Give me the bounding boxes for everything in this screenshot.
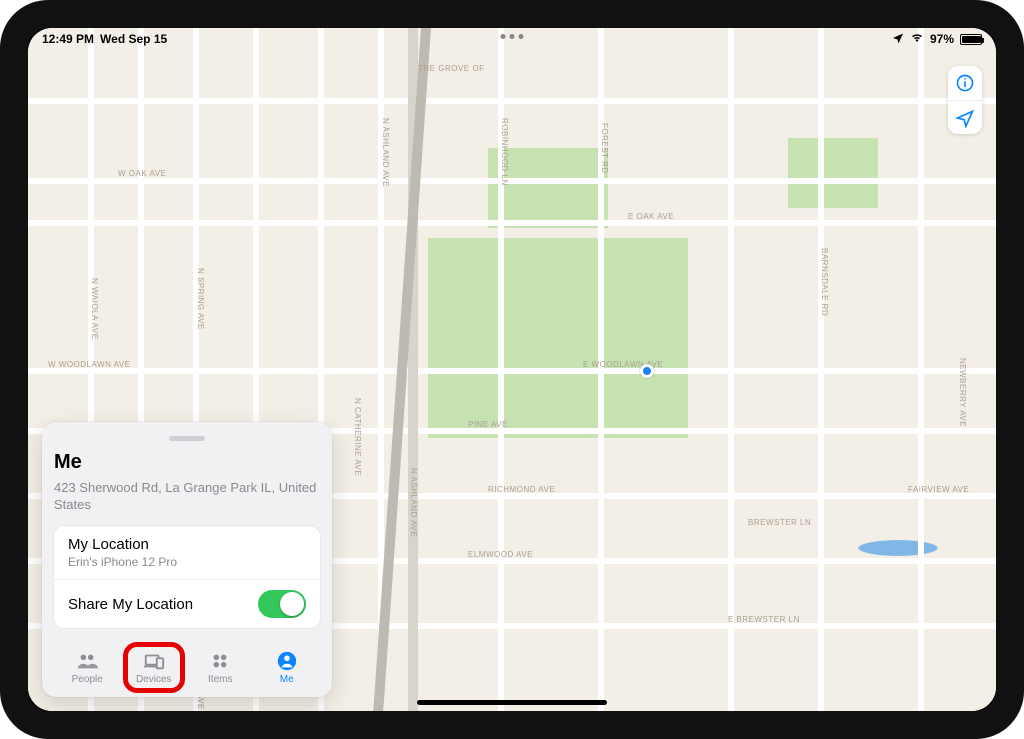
devices-icon bbox=[143, 650, 165, 672]
street-label: FAIRVIEW AVE bbox=[908, 485, 969, 494]
street-label: ELMWOOD AVE bbox=[468, 550, 533, 559]
street-label: N ASHLAND AVE bbox=[409, 468, 418, 537]
home-indicator[interactable] bbox=[417, 700, 607, 705]
tab-people-label: People bbox=[72, 674, 103, 685]
share-location-label: Share My Location bbox=[68, 596, 193, 613]
wifi-icon bbox=[910, 32, 924, 47]
panel-grabber[interactable] bbox=[169, 436, 205, 441]
street-label: RICHMOND AVE bbox=[488, 485, 555, 494]
street-label: ROBINHOOD LN bbox=[500, 118, 509, 186]
status-bar: 12:49 PM Wed Sep 15 97% bbox=[28, 28, 996, 50]
street-label: N ASHLAND AVE bbox=[381, 118, 390, 187]
street-label: N WAIOLA AVE bbox=[90, 278, 99, 340]
screen: The Grove of W OAK AVE E OAK AVE W WOODL… bbox=[28, 28, 996, 711]
street-label: BREWSTER LN bbox=[748, 518, 811, 527]
location-services-icon bbox=[892, 32, 904, 47]
people-icon bbox=[76, 650, 98, 672]
map-info-button[interactable] bbox=[948, 66, 982, 100]
me-panel[interactable]: Me 423 Sherwood Rd, La Grange Park IL, U… bbox=[42, 422, 332, 697]
street-label: E OAK AVE bbox=[628, 212, 674, 221]
street-label: The Grove of bbox=[418, 64, 484, 73]
recenter-button[interactable] bbox=[948, 100, 982, 134]
current-location-dot[interactable] bbox=[640, 364, 654, 378]
map-controls bbox=[948, 66, 982, 134]
battery-percent: 97% bbox=[930, 32, 954, 46]
street-label: W WOODLAWN AVE bbox=[48, 360, 131, 369]
tab-items-label: Items bbox=[208, 674, 232, 685]
status-time: 12:49 PM bbox=[42, 32, 94, 46]
share-location-toggle[interactable] bbox=[258, 590, 306, 618]
tab-people[interactable]: People bbox=[54, 646, 121, 689]
street-label: NEWBERRY AVE bbox=[958, 358, 967, 427]
street-label: PINE AVE bbox=[468, 420, 508, 429]
items-icon bbox=[209, 650, 231, 672]
multitask-dots[interactable] bbox=[501, 34, 524, 39]
street-label: W OAK AVE bbox=[118, 169, 166, 178]
street-label: BARNSDALE RD bbox=[820, 248, 829, 316]
ipad-frame: The Grove of W OAK AVE E OAK AVE W WOODL… bbox=[0, 0, 1024, 739]
street-label: E BREWSTER LN bbox=[728, 615, 800, 624]
tab-items[interactable]: Items bbox=[187, 646, 254, 689]
panel-address: 423 Sherwood Rd, La Grange Park IL, Unit… bbox=[54, 480, 320, 514]
tab-devices-label: Devices bbox=[136, 674, 172, 685]
tab-bar: People Devices Items Me bbox=[54, 642, 320, 689]
street-label: N SPRING AVE bbox=[196, 268, 205, 330]
street-label: FOREST RD bbox=[600, 123, 609, 174]
status-date: Wed Sep 15 bbox=[100, 32, 167, 46]
battery-icon bbox=[960, 34, 982, 45]
me-icon bbox=[276, 650, 298, 672]
tab-me[interactable]: Me bbox=[254, 646, 321, 689]
street-label: N CATHERINE AVE bbox=[353, 398, 362, 476]
my-location-device: Erin's iPhone 12 Pro bbox=[68, 555, 177, 569]
tab-me-label: Me bbox=[280, 674, 294, 685]
my-location-label: My Location bbox=[68, 536, 177, 553]
tab-devices[interactable]: Devices bbox=[121, 646, 188, 689]
panel-title: Me bbox=[54, 451, 320, 474]
me-settings-card: My Location Erin's iPhone 12 Pro Share M… bbox=[54, 526, 320, 628]
share-location-row: Share My Location bbox=[54, 579, 320, 628]
my-location-row[interactable]: My Location Erin's iPhone 12 Pro bbox=[54, 526, 320, 579]
